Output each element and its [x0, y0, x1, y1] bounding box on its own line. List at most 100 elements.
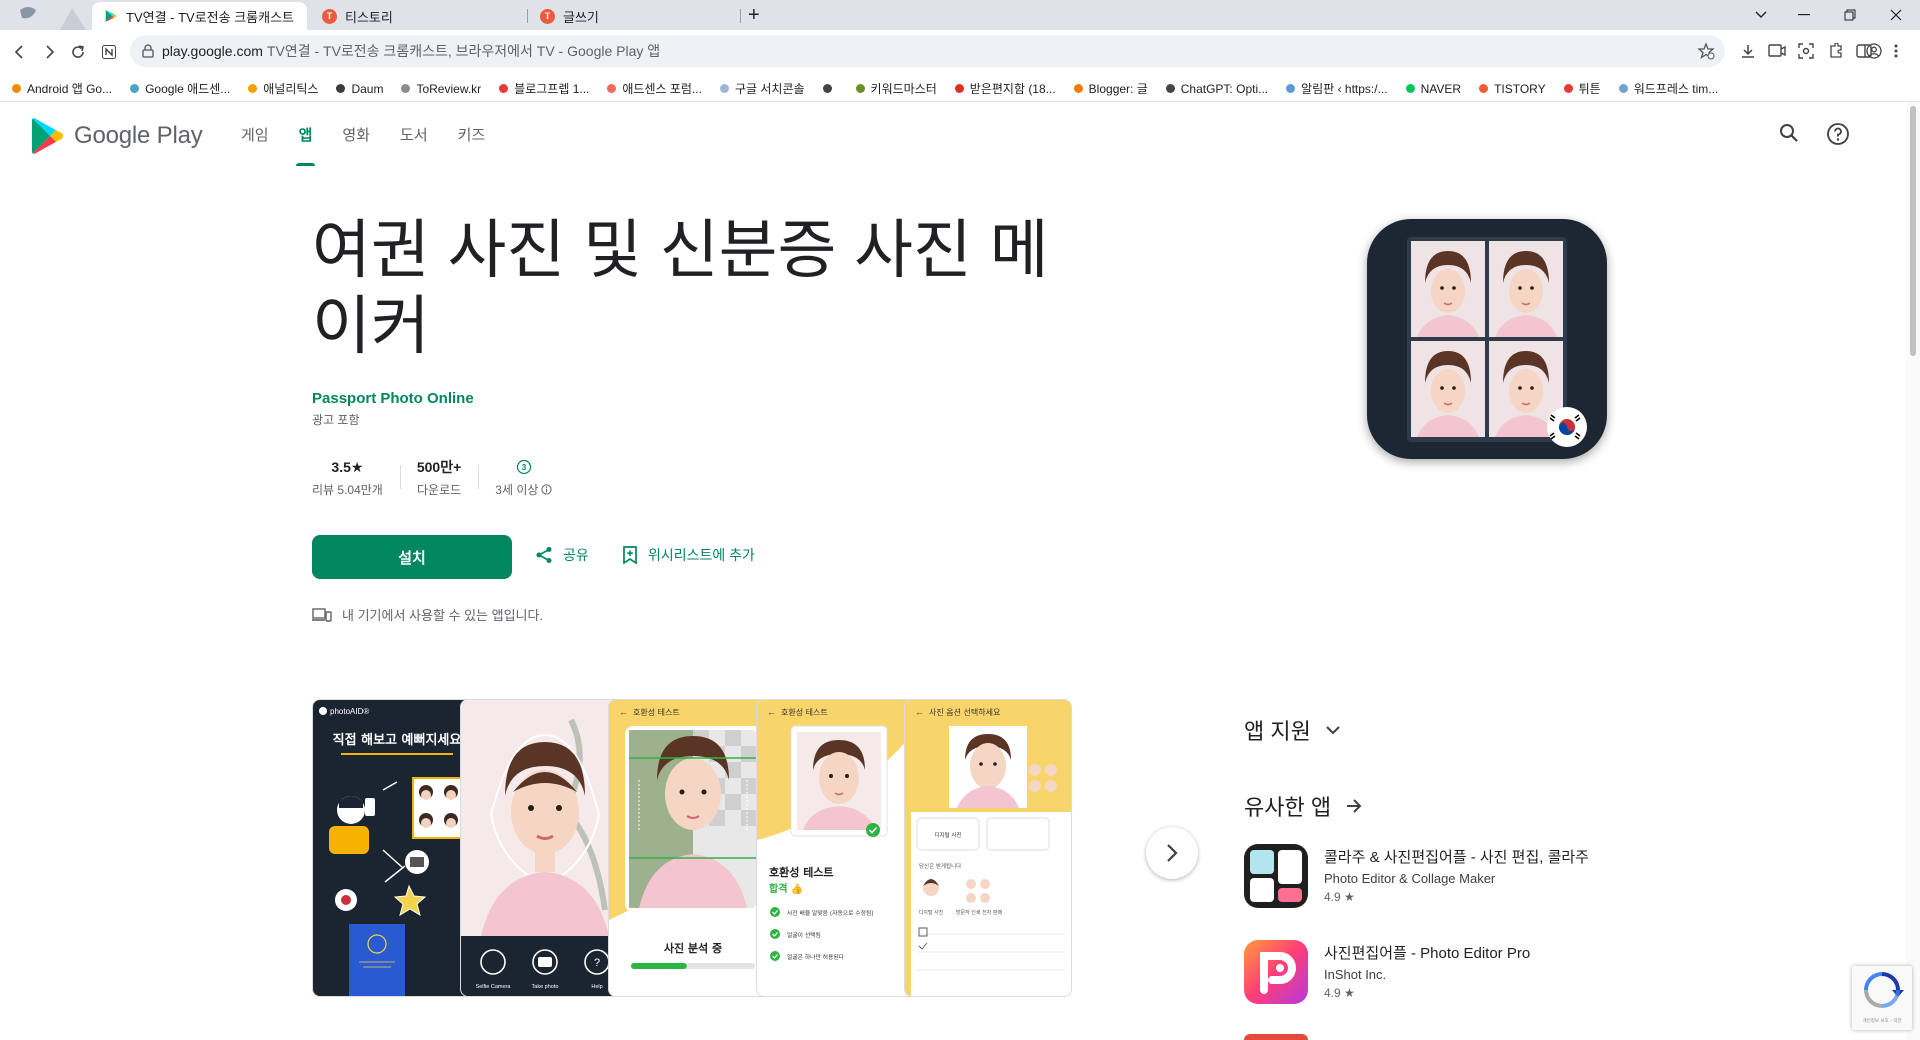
nav-tab[interactable]: 영화: [327, 102, 385, 166]
screenshot-icon[interactable]: [1798, 43, 1814, 59]
minimize-icon[interactable]: [1781, 0, 1827, 30]
screenshot-5[interactable]: ← 사진 옵션 선택하세요 디지털 사진 당신은 받게됩니다 디지털 사진 방문…: [904, 699, 1072, 997]
tab-search-icon[interactable]: [1738, 0, 1784, 30]
nav-tab[interactable]: 게임: [226, 102, 284, 166]
bookmark-item[interactable]: 튀튼: [1563, 80, 1601, 97]
screenshot-3[interactable]: ← 호환성 테스트 사진 분석 중: [608, 699, 776, 997]
screenshot-1[interactable]: photoAID® 직접 해보고 예뻐지세요: [312, 699, 480, 997]
devices-icon: [312, 607, 332, 622]
bookmark-item[interactable]: Google 애드센...: [130, 80, 230, 97]
wishlist-button[interactable]: 위시리스트에 추가: [622, 545, 755, 565]
more-menu-icon[interactable]: [1894, 43, 1898, 59]
bookmark-favicon-icon: [607, 84, 617, 93]
svg-text:←: ←: [619, 707, 628, 717]
shot5-header: 사진 옵션 선택하세요: [929, 707, 1000, 717]
rating-value: 3.5★: [331, 458, 364, 475]
restore-icon[interactable]: [1827, 0, 1873, 30]
install-button[interactable]: 설치: [312, 535, 512, 579]
carousel-next-button[interactable]: [1146, 827, 1198, 879]
new-tab-button[interactable]: +: [748, 4, 760, 27]
extensions-icon[interactable]: [1828, 43, 1844, 59]
share-button[interactable]: 공유: [535, 545, 589, 565]
help-icon[interactable]: [1826, 122, 1850, 146]
icon-portrait: [1411, 241, 1485, 337]
icon-portrait: [1411, 341, 1485, 437]
bookmark-item[interactable]: TISTORY: [1479, 82, 1546, 96]
site-info-icon[interactable]: [142, 44, 154, 58]
screenshot-4[interactable]: ← 호환성 테스트 호환성 테스트 합격 👍 사진 배율 알맞음 (자동으로 수…: [756, 699, 924, 997]
download-icon[interactable]: [1740, 43, 1756, 59]
tab-write[interactable]: T 글쓰기: [528, 2, 743, 30]
bookmark-favicon-icon: [1405, 84, 1415, 93]
rating-stat: 3.5★ 리뷰 5.04만개: [312, 457, 400, 498]
bookmark-item[interactable]: 키워드마스터: [855, 80, 937, 97]
shot1-headline: 직접 해보고 예뻐지세요: [333, 732, 462, 748]
address-bar[interactable]: play.google.com TV연결 - TV로전송 크롬캐스트, 브라우저…: [130, 35, 1725, 67]
nav-tab[interactable]: 키즈: [443, 102, 501, 166]
reload-icon[interactable]: [63, 37, 93, 67]
shot2-button-label: Selfie Camera: [476, 984, 512, 990]
bookmark-item[interactable]: 애널리틱스: [248, 80, 318, 97]
bookmark-item[interactable]: 블로그프렙 1...: [499, 80, 589, 97]
scrollbar-thumb[interactable]: [1910, 106, 1916, 356]
bookmark-item[interactable]: Android 앱 Go...: [12, 80, 112, 97]
screenshot-2[interactable]: ? Selfie Camera Take photo Help: [460, 699, 628, 997]
tab-label: 티스토리: [345, 9, 393, 25]
info-icon[interactable]: [541, 484, 553, 495]
bookmark-label: 알림판 ‹ https:/...: [1301, 82, 1388, 96]
google-play-logo[interactable]: Google Play: [30, 117, 203, 155]
shot4-check: 얼굴은 하나만 허용된다: [787, 953, 845, 961]
close-window-icon[interactable]: [1873, 0, 1919, 30]
bookmark-item[interactable]: Blogger: 글: [1073, 80, 1148, 97]
bookmark-item[interactable]: NAVER: [1405, 82, 1461, 96]
tab-tv-connect[interactable]: TV연결 - TV로전송 크롬캐스트: [92, 2, 307, 30]
bookmark-item[interactable]: 알림판 ‹ https:/...: [1286, 80, 1388, 97]
similar-app-item[interactable]: 콜라주 & 사진편집어플 - 사진 편집, 콜라주 Photo Editor &…: [1244, 844, 1624, 912]
contains-ads-note: 광고 포함: [312, 413, 360, 427]
bookmark-label: 애널리틱스: [263, 82, 319, 96]
similar-app-item[interactable]: 사진편집어플 - Photo Editor Pro InShot Inc. 4.…: [1244, 940, 1624, 1008]
search-icon[interactable]: [1778, 122, 1800, 144]
bookmark-item[interactable]: ChatGPT: Opti...: [1165, 82, 1268, 96]
bookmark-favicon-icon: [1479, 84, 1489, 93]
forward-icon[interactable]: [34, 37, 64, 67]
cast-icon[interactable]: [1768, 43, 1786, 59]
nav-tab[interactable]: 도서: [385, 102, 443, 166]
chevron-right-icon: [1167, 844, 1178, 862]
app-support-section[interactable]: 앱 지원: [1244, 714, 1341, 746]
bookmark-favicon-icon: [1618, 84, 1628, 93]
bookmark-item[interactable]: Daum: [336, 82, 383, 96]
downloads-label: 다운로드: [416, 483, 462, 497]
extension-n-icon[interactable]: [94, 37, 124, 67]
downloads-value: 500만+: [416, 459, 462, 475]
nav-tab[interactable]: 앱: [284, 102, 328, 166]
tab-label: TV연결 - TV로전송 크롬캐스트: [126, 9, 294, 25]
back-icon[interactable]: [5, 37, 35, 67]
bookmark-item[interactable]: ToReview.kr: [401, 82, 481, 96]
shot2-button-label: Take photo: [532, 984, 559, 990]
share-label: 공유: [563, 547, 589, 563]
bookmark-item[interactable]: 받은편지함 (18...: [954, 80, 1056, 97]
tab-tistory[interactable]: T 티스토리: [310, 2, 525, 30]
shot3-header: 호환성 테스트: [633, 707, 680, 717]
bookmark-item[interactable]: 애드센스 포럼...: [607, 80, 702, 97]
bookmarks-bar: Android 앱 Go... Google 애드센... 애널리틱스 Daum ToR…: [0, 76, 1920, 102]
bookmark-item[interactable]: [822, 84, 838, 93]
tistory-favicon-icon: T: [540, 8, 555, 24]
similar-apps-heading-link[interactable]: 유사한 앱: [1244, 790, 1363, 822]
bookmark-star-icon[interactable]: [1697, 42, 1715, 60]
bookmark-favicon-icon: [248, 84, 258, 93]
bookmark-item[interactable]: 워드프레스 tim...: [1618, 80, 1718, 97]
bookmark-favicon-icon: [12, 84, 21, 93]
screenshot-carousel[interactable]: photoAID® 직접 해보고 예뻐지세요 ? Selfie Camera T…: [312, 699, 1172, 997]
developer-link[interactable]: Passport Photo Online: [312, 390, 474, 407]
recaptcha-badge[interactable]: 개인정보 보호 - 약관: [1852, 966, 1912, 1030]
collage-app-icon: [1244, 844, 1308, 908]
bookmark-favicon-icon: [401, 84, 411, 93]
device-note-text: 내 기기에서 사용할 수 있는 앱입니다.: [342, 608, 544, 623]
app-title: 여권 사진 및 신분증 사진 메이커: [312, 214, 1049, 362]
page-scrollbar[interactable]: [1906, 102, 1920, 1040]
share-icon: [536, 547, 552, 563]
account-icon[interactable]: [1866, 43, 1882, 59]
bookmark-item[interactable]: 구글 서치콘솔: [719, 80, 805, 97]
